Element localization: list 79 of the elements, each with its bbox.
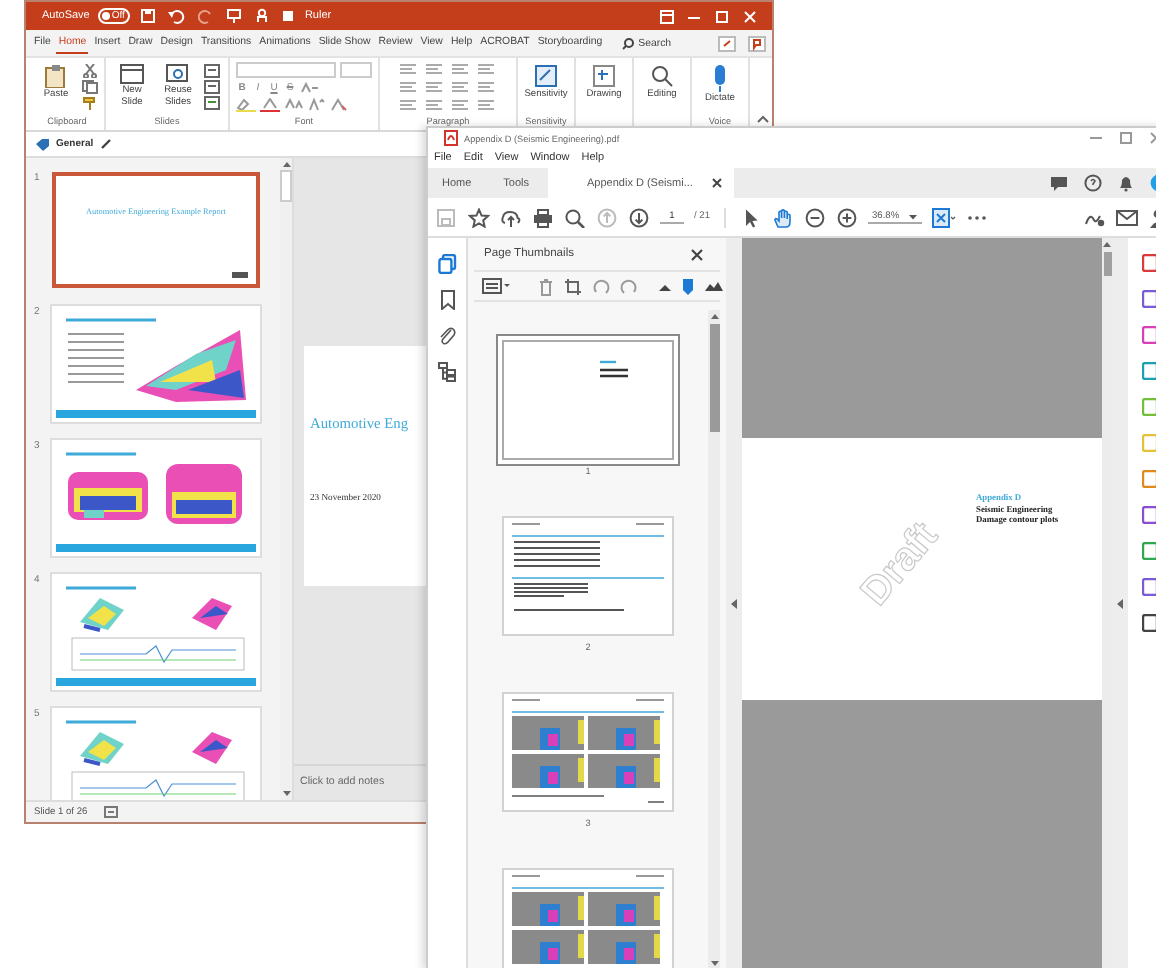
help-icon[interactable] — [1084, 174, 1102, 192]
page-thumbnail[interactable] — [504, 694, 672, 810]
collapse-ribbon-icon[interactable] — [756, 114, 770, 124]
edit-icon[interactable] — [99, 138, 112, 150]
accessibility-icon — [103, 805, 120, 819]
shapes-icon — [592, 64, 616, 88]
copy-icon[interactable] — [82, 80, 98, 94]
rotate-right-icon[interactable] — [620, 277, 638, 295]
collapse-panel-icon[interactable] — [730, 598, 738, 610]
checkbox-icon — [282, 10, 295, 22]
scroll-up-icon[interactable] — [1102, 240, 1112, 248]
next-page-icon[interactable] — [628, 207, 650, 227]
cut-icon[interactable] — [82, 64, 98, 78]
grow-font-icon[interactable] — [308, 98, 326, 112]
print-icon[interactable] — [532, 207, 554, 227]
minimize-icon[interactable] — [1088, 132, 1104, 144]
scroll-thumb[interactable] — [709, 324, 719, 432]
collapse-panel-icon[interactable] — [1116, 598, 1124, 610]
touch-icon[interactable] — [254, 8, 271, 24]
bookmark-icon[interactable] — [439, 290, 455, 310]
search-icon — [622, 37, 635, 49]
cursor-icon[interactable] — [740, 207, 763, 227]
comments-icon[interactable] — [748, 35, 766, 51]
large-mountain-icon[interactable] — [704, 280, 724, 292]
slide-icon — [120, 64, 144, 84]
layers-icon[interactable] — [437, 362, 457, 382]
fit-page-icon[interactable] — [931, 207, 956, 227]
scrollbar[interactable] — [1102, 238, 1112, 968]
change-case-icon[interactable] — [284, 98, 304, 112]
ribbon-display-icon[interactable] — [660, 9, 674, 23]
share-icon[interactable] — [718, 35, 736, 51]
maximize-icon[interactable] — [1118, 132, 1134, 144]
format-painter-icon[interactable] — [82, 96, 98, 110]
options-icon[interactable] — [482, 278, 510, 294]
search-icon[interactable] — [564, 207, 586, 227]
paperclip-icon[interactable] — [438, 326, 456, 346]
zoom-in-icon[interactable] — [836, 207, 859, 227]
scrollbar[interactable] — [708, 310, 720, 968]
font-color-icon[interactable] — [260, 98, 280, 112]
page-thumbnail[interactable] — [504, 518, 672, 634]
close-icon[interactable] — [712, 178, 723, 188]
close-icon[interactable] — [690, 247, 704, 261]
slides-icon — [166, 64, 190, 84]
microphone-icon — [712, 64, 728, 92]
caret-icon — [907, 213, 918, 219]
present-icon[interactable] — [226, 8, 243, 24]
small-mountain-icon[interactable] — [658, 281, 672, 291]
cloud-upload-icon[interactable] — [500, 207, 522, 227]
zoom-out-icon[interactable] — [804, 207, 827, 227]
text-shadow-icon[interactable] — [300, 82, 320, 94]
search-icon — [650, 64, 674, 88]
scroll-thumb[interactable] — [280, 170, 292, 202]
undo-icon[interactable] — [168, 8, 187, 24]
slider-thumb-icon[interactable] — [682, 277, 694, 295]
pages-icon[interactable] — [437, 254, 457, 274]
crop-icon[interactable] — [564, 277, 582, 295]
clear-format-icon[interactable] — [330, 98, 348, 112]
scroll-up-icon[interactable] — [709, 312, 719, 320]
page-thumbnail[interactable] — [504, 870, 672, 968]
layout-icon[interactable] — [204, 64, 222, 78]
scrollbar[interactable] — [280, 158, 292, 800]
scroll-thumb[interactable] — [1103, 252, 1111, 276]
star-icon[interactable] — [468, 207, 490, 227]
page-thumbnail[interactable] — [504, 342, 672, 458]
comment-icon[interactable] — [1050, 175, 1068, 191]
delete-icon[interactable] — [538, 277, 554, 295]
tag-icon — [34, 137, 50, 151]
clipboard-icon — [44, 64, 68, 88]
highlight-icon[interactable] — [236, 98, 256, 112]
hand-icon[interactable] — [772, 207, 795, 227]
mail-icon[interactable] — [1116, 207, 1138, 227]
scroll-down-icon[interactable] — [709, 960, 719, 968]
reset-icon[interactable] — [204, 80, 222, 94]
font-name-field[interactable] — [236, 62, 336, 78]
font-size-field[interactable] — [340, 62, 372, 78]
bell-icon[interactable] — [1118, 174, 1134, 192]
redo-icon[interactable] — [198, 8, 215, 24]
section-icon[interactable] — [204, 96, 222, 110]
rotate-left-icon[interactable] — [592, 277, 610, 295]
